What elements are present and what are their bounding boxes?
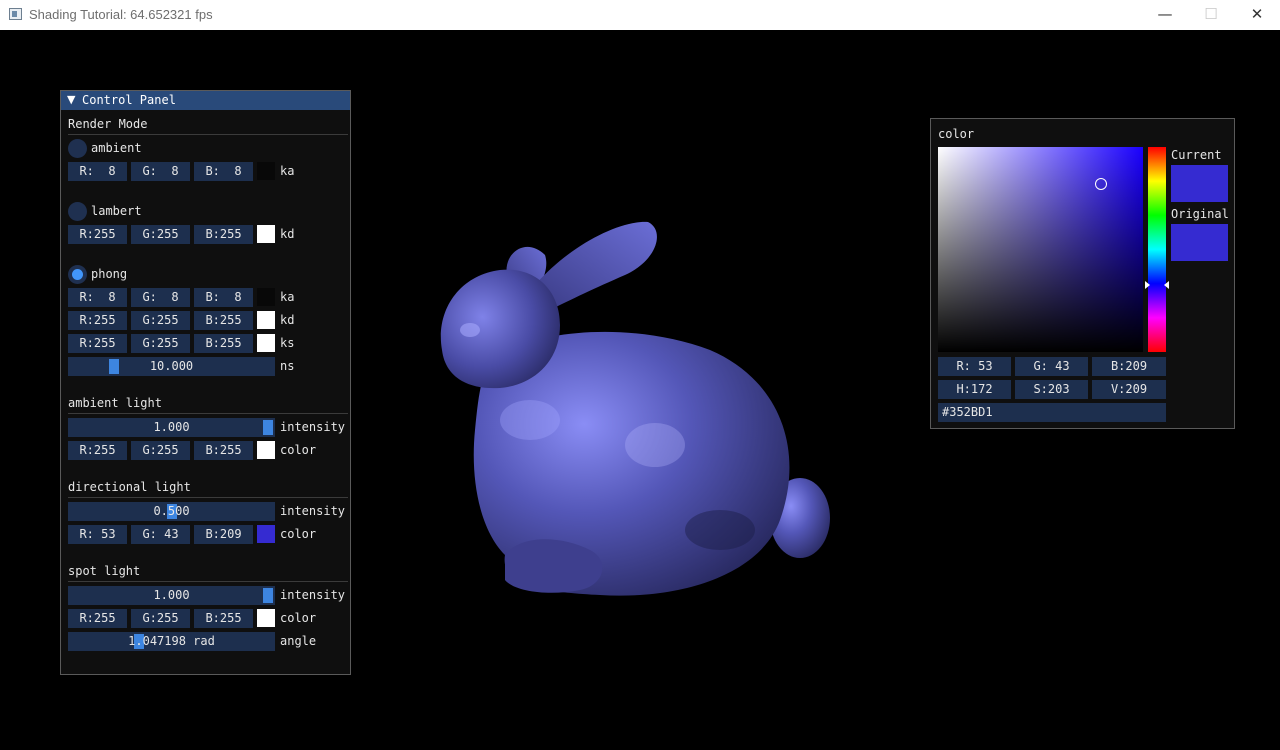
radio-lambert-label: lambert [91,204,142,218]
current-label: Current [1171,148,1222,162]
window-title: Shading Tutorial: 64.652321 fps [29,7,213,22]
phong-ks-label: ks [280,336,295,350]
lambert-kd-swatch[interactable] [257,225,275,243]
picker-b-field[interactable]: B:209 [1092,357,1166,376]
render-mode-header: Render Mode [68,117,148,131]
phong-ks-swatch[interactable] [257,334,275,352]
phong-ns-slider[interactable]: 10.000 [68,357,275,376]
spot-light-b-field[interactable]: B:255 [194,609,253,628]
spot-light-angle-slider[interactable]: 1.047198 rad [68,632,275,651]
saturation-value-square[interactable] [938,147,1143,352]
lambert-kd-label: kd [280,227,295,241]
spot-light-angle-label: angle [280,634,317,648]
directional-light-color-label: color [280,527,317,541]
phong-kd-label: kd [280,313,295,327]
ambient-ka-swatch[interactable] [257,162,275,180]
ambient-light-g-field[interactable]: G:255 [131,441,190,460]
phong-kd-r-field[interactable]: R:255 [68,311,127,330]
picker-g-field[interactable]: G: 43 [1015,357,1088,376]
phong-kd-g-field[interactable]: G:255 [131,311,190,330]
phong-ks-r-field[interactable]: R:255 [68,334,127,353]
picker-h-field[interactable]: H:172 [938,380,1011,399]
close-button[interactable]: ✕ [1234,0,1280,30]
ambient-light-r-field[interactable]: R:255 [68,441,127,460]
color-picker-title: color [938,127,975,141]
phong-ks-g-field[interactable]: G:255 [131,334,190,353]
current-color-swatch [1171,165,1228,202]
ambient-light-intensity-value: 1.000 [153,420,190,434]
directional-light-g-field[interactable]: G: 43 [131,525,190,544]
divider [68,497,348,498]
divider [68,581,348,582]
picker-hex-field[interactable]: #352BD1 [938,403,1166,422]
radio-lambert[interactable] [68,202,87,221]
collapse-triangle-icon[interactable]: ▼ [67,93,75,106]
ambient-light-header: ambient light [68,396,162,410]
phong-ka-swatch[interactable] [257,288,275,306]
radio-ambient[interactable] [68,139,87,158]
phong-kd-swatch[interactable] [257,311,275,329]
lambert-kd-b-field[interactable]: B:255 [194,225,253,244]
radio-ambient-label: ambient [91,141,142,155]
window-titlebar: Shading Tutorial: 64.652321 fps — ☐ ✕ [0,0,1280,30]
directional-light-color-swatch[interactable] [257,525,275,543]
sv-cursor-icon[interactable] [1095,178,1107,190]
original-color-swatch[interactable] [1171,224,1228,261]
phong-ka-g-field[interactable]: G: 8 [131,288,190,307]
control-panel-title: Control Panel [82,93,176,107]
hue-bar[interactable] [1148,147,1166,352]
lambert-kd-g-field[interactable]: G:255 [131,225,190,244]
radio-phong[interactable] [68,265,87,284]
ambient-light-intensity-slider[interactable]: 1.000 [68,418,275,437]
control-panel-header[interactable]: ▼ Control Panel [61,91,350,110]
phong-kd-b-field[interactable]: B:255 [194,311,253,330]
spot-light-intensity-label: intensity [280,588,346,602]
spot-light-header: spot light [68,564,141,578]
lambert-kd-r-field[interactable]: R:255 [68,225,127,244]
phong-ns-label: ns [280,359,295,373]
directional-light-intensity-slider[interactable]: 0.500 [68,502,275,521]
spot-light-r-field[interactable]: R:255 [68,609,127,628]
directional-light-b-field[interactable]: B:209 [194,525,253,544]
phong-ns-value: 10.000 [149,359,194,373]
ambient-light-intensity-label: intensity [280,420,346,434]
spot-light-intensity-value: 1.000 [153,588,190,602]
phong-ka-b-field[interactable]: B: 8 [194,288,253,307]
bunny-render[interactable] [420,200,850,610]
radio-phong-label: phong [91,267,128,281]
picker-r-field[interactable]: R: 53 [938,357,1011,376]
spot-light-angle-value: 1.047198 rad [128,634,215,648]
directional-light-r-field[interactable]: R: 53 [68,525,127,544]
ambient-light-color-swatch[interactable] [257,441,275,459]
minimize-button[interactable]: — [1142,0,1188,30]
spot-light-color-label: color [280,611,317,625]
phong-ks-b-field[interactable]: B:255 [194,334,253,353]
ambient-light-color-label: color [280,443,317,457]
phong-ka-r-field[interactable]: R: 8 [68,288,127,307]
ambient-ka-b-field[interactable]: B: 8 [194,162,253,181]
color-picker-popup: color Current Original R: 53 G: 43 B:209… [930,118,1235,429]
ambient-ka-label: ka [280,164,295,178]
directional-light-header: directional light [68,480,191,494]
picker-v-field[interactable]: V:209 [1092,380,1166,399]
ambient-ka-r-field[interactable]: R: 8 [68,162,127,181]
spot-light-color-swatch[interactable] [257,609,275,627]
directional-light-intensity-value: 0.500 [153,504,190,518]
control-panel: ▼ Control Panel Render Mode ambient R: 8… [60,90,351,675]
phong-ka-label: ka [280,290,295,304]
ambient-light-b-field[interactable]: B:255 [194,441,253,460]
picker-s-field[interactable]: S:203 [1015,380,1088,399]
spot-light-g-field[interactable]: G:255 [131,609,190,628]
maximize-button[interactable]: ☐ [1188,0,1234,30]
original-label: Original [1171,207,1229,221]
directional-light-intensity-label: intensity [280,504,346,518]
hue-marker-left-icon[interactable] [1145,281,1150,290]
app-icon [9,8,22,20]
divider [68,134,348,135]
spot-light-intensity-slider[interactable]: 1.000 [68,586,275,605]
hue-marker-right-icon[interactable] [1164,281,1169,290]
divider [68,413,348,414]
ambient-ka-g-field[interactable]: G: 8 [131,162,190,181]
